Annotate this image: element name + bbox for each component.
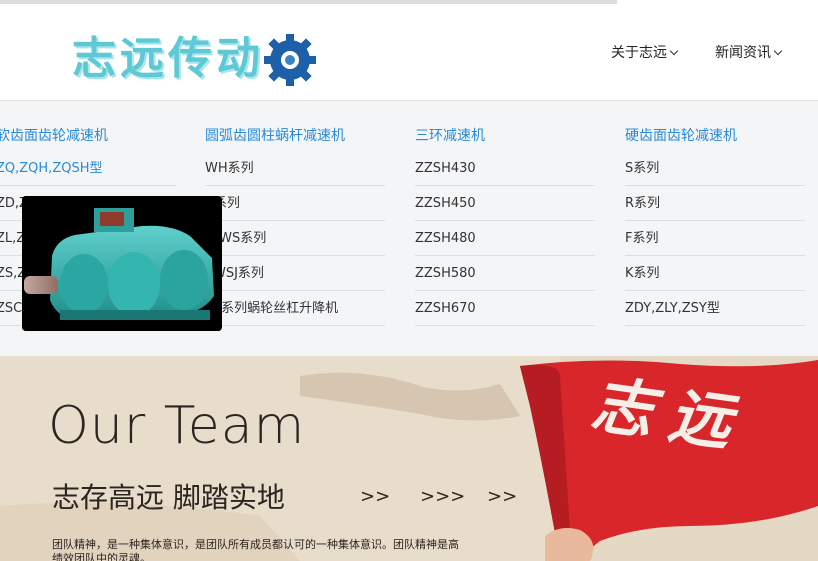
nav-news[interactable]: 新闻资讯 [715, 42, 783, 62]
banner-title: Our Team [48, 396, 306, 456]
menu-item[interactable]: ZQ,ZQH,ZQSH型 [0, 151, 176, 186]
menu-column-heading[interactable]: 圆弧齿圆柱蜗杆减速机 [205, 125, 345, 145]
nav-about[interactable]: 关于志远 [611, 42, 679, 62]
menu-item[interactable]: ZZSH480 [415, 221, 595, 256]
site-logo[interactable]: 志远传动 [72, 20, 322, 94]
chevron-down-icon [773, 46, 783, 56]
menu-item[interactable]: ZDY,ZLY,ZSY型 [625, 291, 805, 326]
banner-description: 团队精神，是一种集体意识，是团队所有成员都认可的一种集体意识。团队精神是高绩效团… [52, 538, 459, 561]
menu-item[interactable]: K系列 [625, 256, 805, 291]
menu-item[interactable]: R系列 [625, 186, 805, 221]
logo-text: 志远传动 [72, 33, 264, 84]
product-preview-image[interactable] [22, 196, 222, 331]
menu-item[interactable]: F系列 [625, 221, 805, 256]
menu-item[interactable]: VL系列蜗轮丝杠升降机 [205, 291, 385, 326]
menu-item[interactable]: ZZSH430 [415, 151, 595, 186]
site-header: 志远传动 关于志远 新闻资讯 [0, 4, 818, 100]
gearbox-illustration [22, 196, 222, 331]
team-banner: 志远 Our Team 志存高远 脚踏实地 >> >>> >> 团队精神，是一种… [0, 356, 818, 561]
menu-item[interactable]: S系列 [625, 151, 805, 186]
menu-item[interactable]: ZZSH580 [415, 256, 595, 291]
nav-about-label: 关于志远 [611, 45, 667, 61]
menu-item[interactable]: ZZSH450 [415, 186, 595, 221]
menu-item[interactable]: WH系列 [205, 151, 385, 186]
menu-column-heading[interactable]: 软齿面齿轮减速机 [0, 125, 108, 145]
menu-column-heading[interactable]: 硬齿面齿轮减速机 [625, 125, 737, 145]
arrow-decoration: >>> [420, 486, 466, 507]
menu-column-heading[interactable]: 三环减速机 [415, 125, 485, 145]
menu-item[interactable]: V系列 [205, 186, 385, 221]
banner-subtitle: 志存高远 脚踏实地 [52, 481, 285, 514]
arrow-decoration: >> [360, 486, 391, 507]
menu-item[interactable]: J,WSJ系列 [205, 256, 385, 291]
nav-news-label: 新闻资讯 [715, 45, 771, 61]
gear-icon [264, 34, 316, 86]
chevron-down-icon [669, 46, 679, 56]
arrow-decoration: >> [487, 486, 518, 507]
menu-item[interactable]: ZZSH670 [415, 291, 595, 326]
menu-item[interactable]: D,WS系列 [205, 221, 385, 256]
